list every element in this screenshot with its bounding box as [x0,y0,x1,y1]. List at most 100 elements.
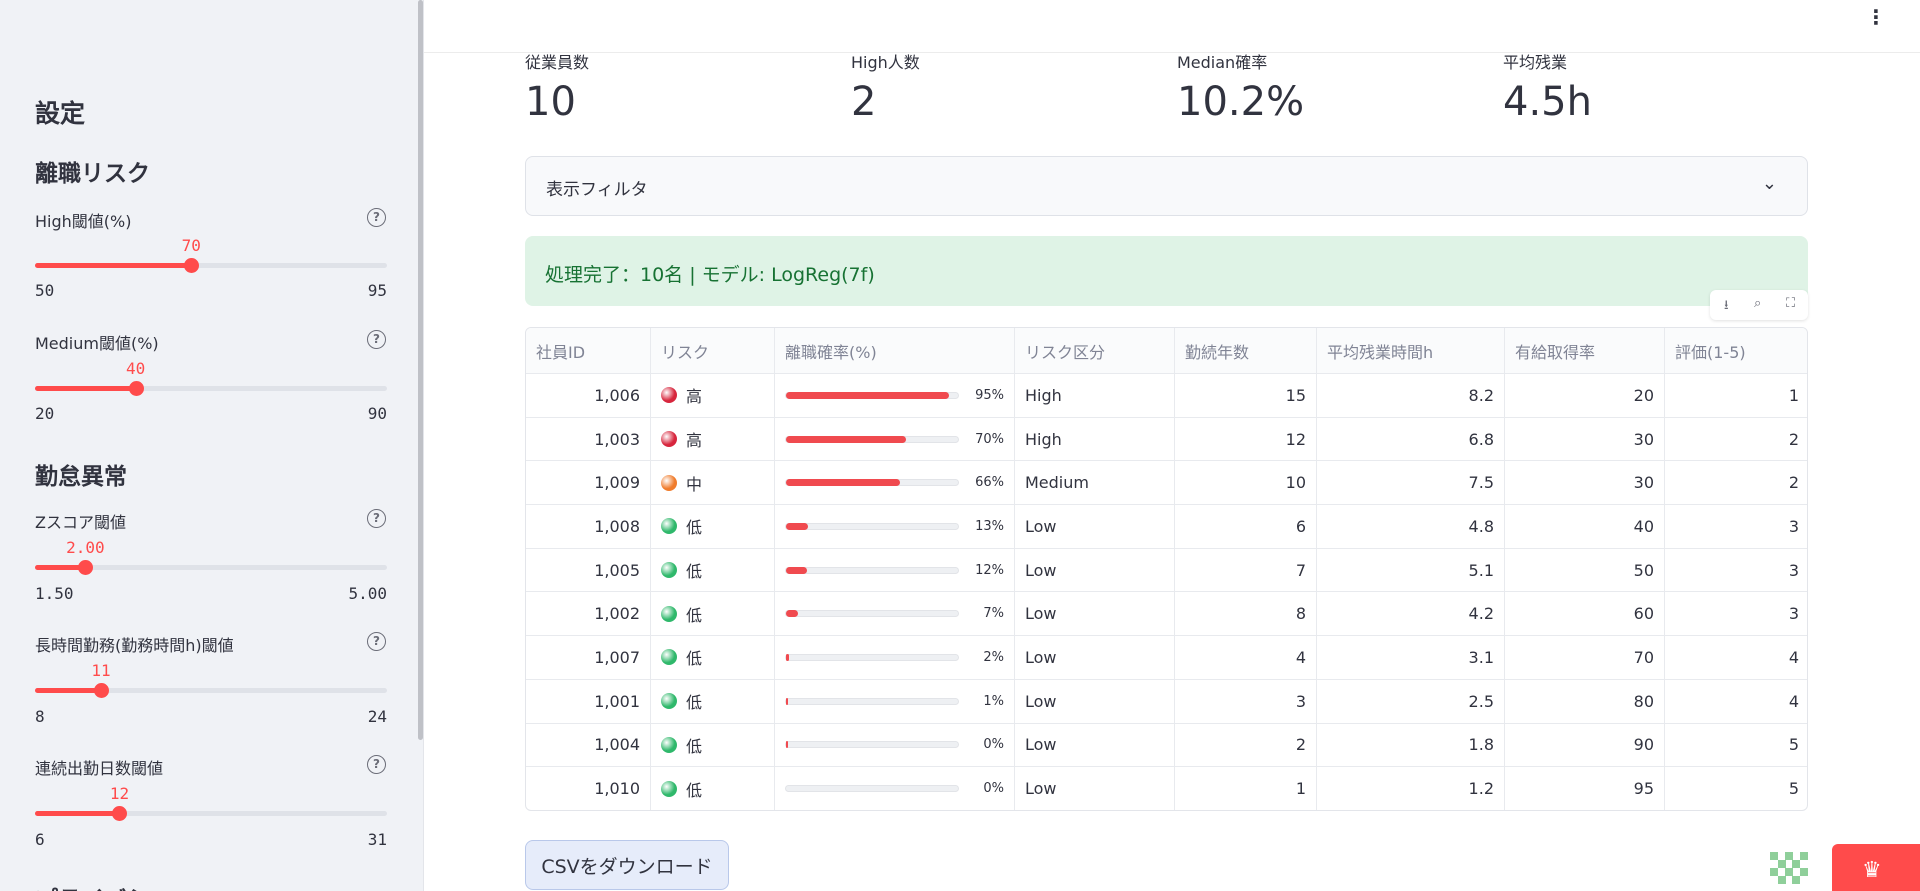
cell-risk-class[interactable]: Low [1014,723,1174,767]
column-header[interactable]: リスク区分 [1014,328,1174,373]
table-row[interactable]: 1,008 低 13% Low 6 4.8 40 3 [526,504,1807,548]
cell-employee-id[interactable]: 1,004 [526,724,650,767]
cell-overtime[interactable]: 3.1 [1316,636,1504,679]
long-hours-threshold-slider[interactable]: 11 [35,661,387,709]
cell-risk[interactable]: 低 [650,679,774,723]
cell-risk[interactable]: 低 [650,505,774,548]
cell-overtime[interactable]: 4.2 [1316,592,1504,636]
cell-years[interactable]: 10 [1174,461,1316,505]
help-icon[interactable]: ? [367,755,386,774]
cell-probability[interactable]: 66% [774,461,1014,505]
cell-probability[interactable]: 12% [774,548,1014,592]
slider-thumb[interactable] [94,683,109,698]
table-row[interactable]: 1,010 低 0% Low 1 1.2 95 5 [526,766,1807,810]
cell-leave-rate[interactable]: 20 [1504,374,1664,417]
cell-risk-class[interactable]: Low [1014,548,1174,592]
cell-risk-class[interactable]: Low [1014,505,1174,548]
column-header[interactable]: 勤続年数 [1174,328,1316,373]
download-csv-button[interactable]: CSVをダウンロード [525,840,729,890]
medium-threshold-slider[interactable]: 40 [35,359,387,407]
cell-years[interactable]: 3 [1174,679,1316,723]
cell-overtime[interactable]: 6.8 [1316,417,1504,461]
cell-overtime[interactable]: 1.8 [1316,723,1504,767]
main-menu-icon[interactable]: ⋮ [1866,7,1886,36]
table-row[interactable]: 1,007 低 2% Low 4 3.1 70 4 [526,635,1807,679]
column-header[interactable]: リスク [650,328,774,373]
cell-employee-id[interactable]: 1,001 [526,680,650,723]
cell-overtime[interactable]: 2.5 [1316,679,1504,723]
cell-leave-rate[interactable]: 30 [1504,417,1664,461]
slider-thumb[interactable] [184,258,200,273]
cell-risk-class[interactable]: High [1014,374,1174,417]
cell-risk[interactable]: 低 [650,723,774,767]
column-header[interactable]: 平均残業時間h [1316,328,1504,373]
search-icon[interactable]: ⌕ [1754,296,1761,311]
cell-rating[interactable]: 1 [1664,374,1807,417]
cell-overtime[interactable]: 7.5 [1316,461,1504,505]
cell-risk[interactable]: 高 [650,374,774,417]
cell-leave-rate[interactable]: 40 [1504,505,1664,548]
cell-risk[interactable]: 低 [650,767,774,810]
cell-risk-class[interactable]: Medium [1014,461,1174,505]
cell-employee-id[interactable]: 1,007 [526,636,650,679]
cell-leave-rate[interactable]: 90 [1504,723,1664,767]
cell-risk-class[interactable]: Low [1014,679,1174,723]
slider-thumb[interactable] [78,560,94,575]
cell-rating[interactable]: 5 [1664,767,1807,810]
cell-probability[interactable]: 95% [774,374,1014,417]
cell-years[interactable]: 6 [1174,505,1316,548]
cell-risk[interactable]: 高 [650,417,774,461]
cell-leave-rate[interactable]: 95 [1504,767,1664,810]
cell-overtime[interactable]: 5.1 [1316,548,1504,592]
cell-employee-id[interactable]: 1,003 [526,418,650,461]
app-badge[interactable]: ♛ [1832,844,1920,891]
help-icon[interactable]: ? [367,208,386,227]
cell-overtime[interactable]: 1.2 [1316,767,1504,810]
cell-rating[interactable]: 3 [1664,592,1807,636]
help-icon[interactable]: ? [367,330,386,349]
cell-years[interactable]: 1 [1174,767,1316,810]
table-row[interactable]: 1,001 低 1% Low 3 2.5 80 4 [526,678,1807,723]
cell-leave-rate[interactable]: 70 [1504,636,1664,679]
cell-risk[interactable]: 中 [650,461,774,505]
cell-probability[interactable]: 2% [774,636,1014,679]
cell-risk-class[interactable]: Low [1014,636,1174,679]
cell-probability[interactable]: 70% [774,417,1014,461]
cell-years[interactable]: 8 [1174,592,1316,636]
cell-overtime[interactable]: 4.8 [1316,505,1504,548]
column-header[interactable]: 有給取得率 [1504,328,1664,373]
cell-years[interactable]: 2 [1174,723,1316,767]
cell-years[interactable]: 15 [1174,374,1316,417]
consecutive-days-threshold-slider[interactable]: 12 [35,784,387,832]
cell-employee-id[interactable]: 1,005 [526,549,650,592]
cell-employee-id[interactable]: 1,008 [526,505,650,548]
help-icon[interactable]: ? [367,632,386,651]
slider-thumb[interactable] [112,806,128,821]
cell-leave-rate[interactable]: 80 [1504,679,1664,723]
cell-risk-class[interactable]: Low [1014,767,1174,810]
column-header[interactable]: 離職確率(%) [774,328,1014,373]
help-icon[interactable]: ? [367,509,386,528]
fullscreen-icon[interactable]: ⛶ [1786,296,1795,311]
cell-leave-rate[interactable]: 50 [1504,548,1664,592]
slider-thumb[interactable] [128,381,144,396]
cell-employee-id[interactable]: 1,002 [526,592,650,635]
cell-employee-id[interactable]: 1,009 [526,461,650,504]
cell-probability[interactable]: 0% [774,767,1014,810]
cell-risk-class[interactable]: Low [1014,592,1174,636]
cell-years[interactable]: 7 [1174,548,1316,592]
cell-rating[interactable]: 5 [1664,723,1807,767]
cell-rating[interactable]: 4 [1664,679,1807,723]
filter-expander[interactable]: 表示フィルタ ⌄ [525,156,1808,216]
table-row[interactable]: 1,003 高 70% High 12 6.8 30 2 [526,416,1807,461]
cell-risk[interactable]: 低 [650,636,774,679]
table-row[interactable]: 1,002 低 7% Low 8 4.2 60 3 [526,591,1807,636]
cell-probability[interactable]: 0% [774,723,1014,767]
cell-rating[interactable]: 3 [1664,505,1807,548]
table-row[interactable]: 1,006 高 95% High 15 8.2 20 1 [526,373,1807,417]
cell-leave-rate[interactable]: 60 [1504,592,1664,636]
cell-probability[interactable]: 13% [774,505,1014,548]
cell-leave-rate[interactable]: 30 [1504,461,1664,505]
cell-rating[interactable]: 4 [1664,636,1807,679]
cell-risk[interactable]: 低 [650,548,774,592]
